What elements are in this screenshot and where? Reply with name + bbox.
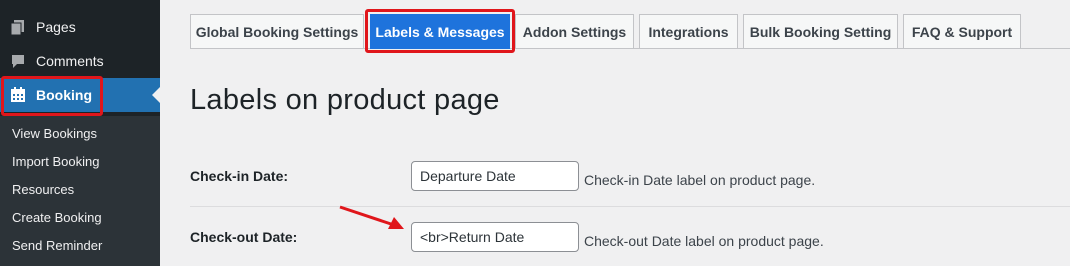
page-title: Labels on product page xyxy=(190,84,500,116)
row-divider xyxy=(190,206,1070,207)
tab-addon-settings[interactable]: Addon Settings xyxy=(515,14,634,49)
submenu-view-bookings[interactable]: View Bookings xyxy=(12,126,97,141)
tab-faq-support[interactable]: FAQ & Support xyxy=(903,14,1021,49)
pages-icon xyxy=(10,19,26,36)
sidebar-item-booking[interactable]: Booking xyxy=(0,78,160,112)
tab-integrations[interactable]: Integrations xyxy=(639,14,738,49)
checkout-label: Check-out Date: xyxy=(190,229,298,245)
sidebar-item-label: Comments xyxy=(36,53,104,69)
tab-bulk-booking-setting[interactable]: Bulk Booking Setting xyxy=(743,14,898,49)
submenu-resources[interactable]: Resources xyxy=(12,182,74,197)
calendar-icon xyxy=(10,87,26,103)
checkin-date-input[interactable] xyxy=(411,161,579,191)
main-content: Global Booking Settings Labels & Message… xyxy=(160,0,1070,266)
submenu-send-reminder[interactable]: Send Reminder xyxy=(12,238,102,253)
submenu-import-booking[interactable]: Import Booking xyxy=(12,154,99,169)
annotation-arrow-icon xyxy=(339,205,404,229)
submenu-create-booking[interactable]: Create Booking xyxy=(12,210,102,225)
current-menu-arrow xyxy=(152,87,160,103)
sidebar-item-pages[interactable]: Pages xyxy=(0,10,160,44)
checkin-label: Check-in Date: xyxy=(190,168,289,184)
admin-sidebar: Pages Comments Booking View Bookings Imp… xyxy=(0,0,160,266)
comments-icon xyxy=(10,53,26,69)
checkin-description: Check-in Date label on product page. xyxy=(584,172,816,188)
checkout-description: Check-out Date label on product page. xyxy=(584,233,824,249)
sidebar-item-label: Pages xyxy=(36,19,76,35)
sidebar-item-label: Booking xyxy=(36,87,92,103)
booking-submenu: View Bookings Import Booking Resources C… xyxy=(0,116,160,266)
tab-labels-messages[interactable]: Labels & Messages xyxy=(370,14,510,49)
sidebar-item-comments[interactable]: Comments xyxy=(0,44,160,78)
checkout-date-input[interactable] xyxy=(411,222,579,252)
tab-global-booking-settings[interactable]: Global Booking Settings xyxy=(190,14,364,49)
